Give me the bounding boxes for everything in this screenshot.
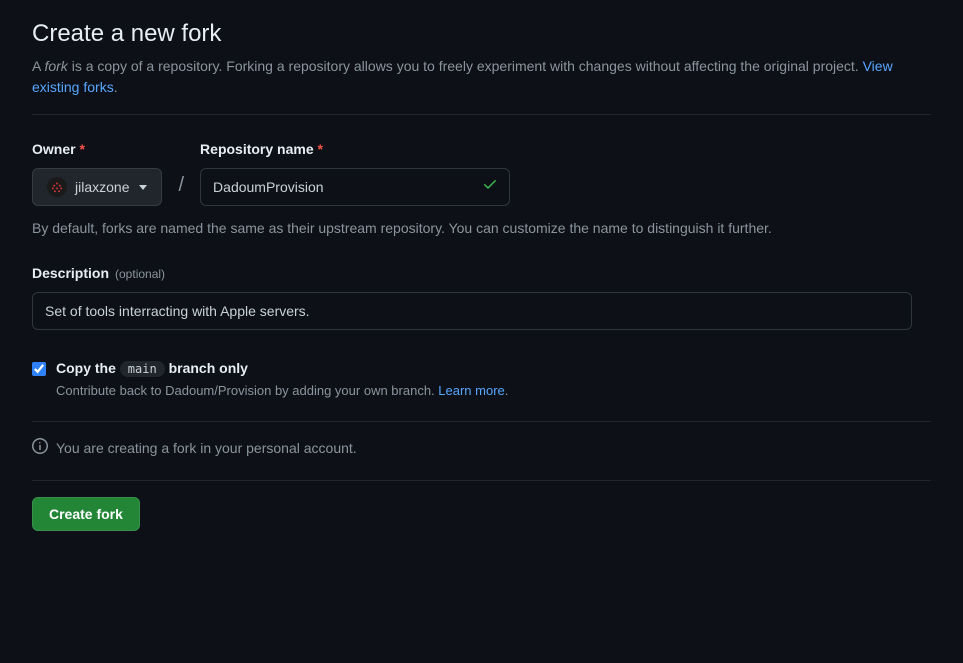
description-label-row: Description (optional): [32, 263, 931, 284]
copy-branch-prefix: Copy the: [56, 360, 120, 376]
subtitle-italic: fork: [44, 58, 67, 74]
copy-branch-checkbox[interactable]: [32, 362, 46, 376]
avatar: [47, 177, 67, 197]
subtitle-period: .: [114, 79, 118, 95]
repo-name-input-wrap: [200, 168, 510, 206]
repo-name-group: Repository name *: [200, 139, 510, 206]
page-subtitle: A fork is a copy of a repository. Forkin…: [32, 56, 931, 98]
info-icon: [32, 438, 48, 460]
learn-more-link[interactable]: Learn more: [438, 383, 504, 398]
subtitle-prefix: A: [32, 58, 44, 74]
page-title: Create a new fork: [32, 16, 931, 52]
subtitle-rest: is a copy of a repository. Forking a rep…: [68, 58, 863, 74]
copy-branch-sub-prefix: Contribute back to Dadoum/Provision by a…: [56, 383, 438, 398]
owner-label-text: Owner: [32, 141, 76, 157]
description-input[interactable]: [32, 292, 912, 330]
repo-name-input[interactable]: [200, 168, 510, 206]
branch-pill: main: [120, 361, 165, 377]
owner-group: Owner * jilaxzone: [32, 139, 162, 206]
repo-name-label-text: Repository name: [200, 141, 314, 157]
bottom-divider: [32, 480, 931, 481]
copy-branch-content: Copy the main branch only Contribute bac…: [56, 358, 931, 401]
copy-branch-sub: Contribute back to Dadoum/Provision by a…: [56, 381, 931, 401]
chevron-down-icon: [139, 185, 147, 190]
create-fork-button[interactable]: Create fork: [32, 497, 140, 531]
optional-text: (optional): [115, 265, 165, 283]
copy-branch-row: Copy the main branch only Contribute bac…: [32, 358, 931, 401]
owner-select-button[interactable]: jilaxzone: [32, 168, 162, 206]
required-asterisk: *: [318, 141, 323, 157]
repo-name-help: By default, forks are named the same as …: [32, 218, 912, 239]
copy-branch-label: Copy the main branch only: [56, 358, 931, 379]
slash-separator: /: [174, 170, 188, 206]
section-divider: [32, 114, 931, 115]
owner-value: jilaxzone: [75, 179, 129, 195]
owner-repo-row: Owner * jilaxzone / Repos: [32, 139, 931, 206]
mid-divider: [32, 421, 931, 422]
description-label: Description: [32, 263, 109, 284]
owner-label: Owner *: [32, 139, 162, 160]
copy-branch-sub-period: .: [505, 383, 509, 398]
info-row: You are creating a fork in your personal…: [32, 438, 931, 460]
copy-branch-suffix: branch only: [165, 360, 248, 376]
required-asterisk: *: [79, 141, 84, 157]
repo-name-label: Repository name *: [200, 139, 510, 160]
info-text: You are creating a fork in your personal…: [56, 438, 357, 459]
